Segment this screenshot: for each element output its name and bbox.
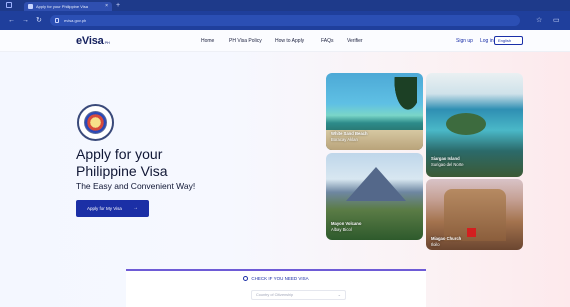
hero-subtitle: The Easy and Convenient Way! [76, 181, 196, 191]
island-image [446, 113, 486, 135]
red-marker [467, 228, 476, 237]
login-link[interactable]: Log in [480, 38, 494, 44]
card-subtitle: Albay Bicol [331, 227, 352, 232]
card-caption: Mayon Volcano Albay Bicol [331, 221, 361, 233]
evisa-logo[interactable]: eVisaPH [76, 35, 110, 47]
nav-how-to-apply[interactable]: How to Apply [275, 38, 304, 44]
country-citizenship-select[interactable]: Country of Citizenship ⌄ [251, 290, 346, 300]
nav-faqs[interactable]: FAQs [321, 38, 334, 44]
check-visa-title: CHECK IF YOU NEED VISA [126, 276, 426, 282]
logo-suffix: PH [104, 40, 110, 45]
select-placeholder: Country of Citizenship [256, 293, 294, 297]
card-title: White Sand Beach [331, 131, 368, 136]
check-visa-panel: CHECK IF YOU NEED VISA Country of Citize… [126, 269, 426, 307]
apply-visa-label: Apply for My Visa [87, 206, 122, 211]
url-text: evisa.gov.ph [64, 18, 87, 23]
back-icon[interactable]: ← [8, 15, 15, 26]
signup-link[interactable]: Sign up [456, 38, 473, 44]
language-select[interactable]: English [494, 36, 523, 45]
reload-icon[interactable]: ↻ [36, 15, 42, 26]
site-header: eVisaPH Home PH Visa Policy How to Apply… [0, 30, 570, 52]
seal-emblem [84, 111, 107, 134]
browser-tab[interactable]: Apply for your Philippine Visa × [24, 2, 112, 11]
card-white-sand-beach[interactable]: White Sand Beach Boracay Aklan [326, 73, 423, 150]
browser-tab-bar: Apply for your Philippine Visa × + [0, 0, 570, 11]
card-title: Miagao Church [431, 236, 462, 241]
hero-title-line2: Philippine Visa [76, 163, 168, 179]
tab-title: Apply for your Philippine Visa [36, 4, 88, 9]
bureau-seal-logo [77, 104, 114, 141]
arrow-right-icon: → [133, 205, 138, 211]
card-subtitle: Surigao del Norte [431, 162, 464, 167]
volcano-image [346, 167, 406, 201]
card-subtitle: Iloilo [431, 242, 440, 247]
card-caption: Siargao Island Surigao del Norte [431, 156, 464, 168]
nav-home[interactable]: Home [201, 38, 214, 44]
check-visa-title-text: CHECK IF YOU NEED VISA [251, 276, 309, 281]
card-siargao-island[interactable]: Siargao Island Surigao del Norte [426, 73, 523, 177]
lock-icon [55, 18, 59, 23]
card-title: Siargao Island [431, 156, 460, 161]
url-input[interactable]: evisa.gov.ph [50, 15, 520, 26]
hero-title-line1: Apply for your [76, 146, 163, 162]
apply-visa-button[interactable]: Apply for My Visa → [76, 200, 149, 217]
forward-icon[interactable]: → [22, 15, 29, 26]
card-mayon-volcano[interactable]: Mayon Volcano Albay Bicol [326, 153, 423, 240]
chevron-down-icon: ⌄ [337, 292, 341, 297]
card-subtitle: Boracay Aklan [331, 137, 358, 142]
card-miagao-church[interactable]: Miagao Church Iloilo [426, 179, 523, 250]
card-title: Mayon Volcano [331, 221, 362, 226]
window-menu-icon[interactable] [6, 2, 12, 8]
card-caption: White Sand Beach Boracay Aklan [331, 131, 368, 143]
tab-close-icon[interactable]: × [105, 2, 108, 11]
address-bar-row: ← → ↻ evisa.gov.ph ☆ ▭ [0, 11, 570, 30]
hero-title: Apply for your Philippine Visa [76, 146, 276, 180]
card-caption: Miagao Church Iloilo [431, 236, 461, 248]
new-tab-button[interactable]: + [116, 1, 120, 10]
star-icon[interactable]: ☆ [536, 15, 542, 26]
nav-verifier[interactable]: Verifier [347, 38, 363, 44]
palm-tree-image [387, 77, 417, 125]
nav-visa-policy[interactable]: PH Visa Policy [229, 38, 262, 44]
logo-text: eVisa [76, 35, 104, 47]
tab-favicon-icon [28, 4, 33, 9]
window-icon[interactable]: ▭ [553, 15, 560, 26]
info-icon [243, 276, 249, 282]
